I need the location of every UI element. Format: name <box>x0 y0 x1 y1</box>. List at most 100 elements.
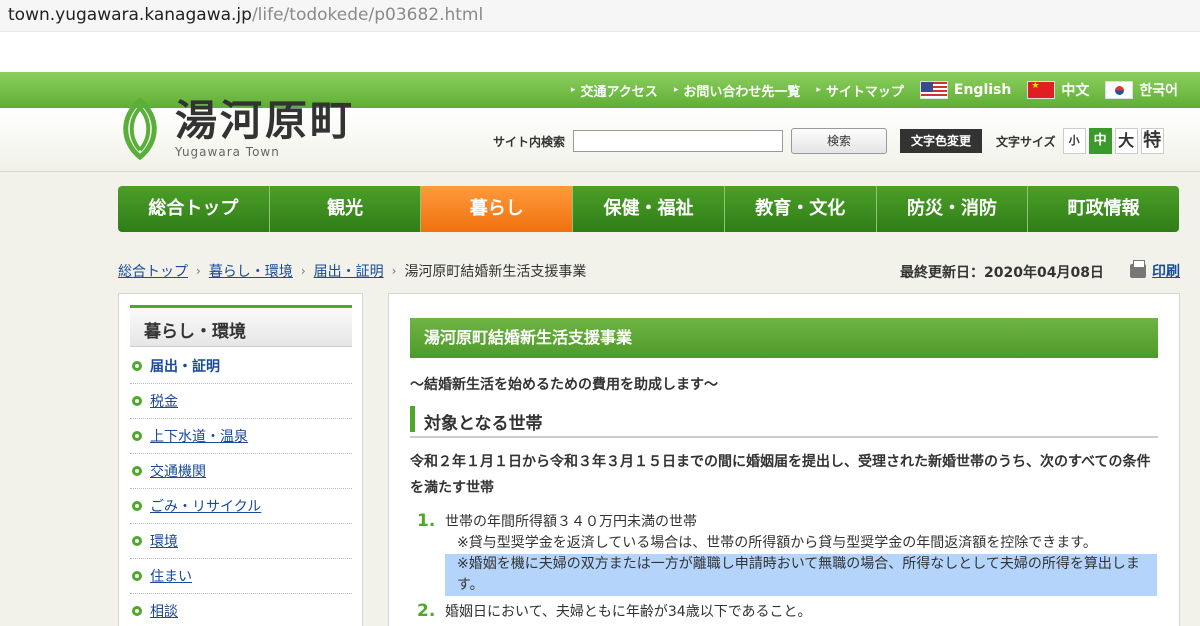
bullet-icon <box>132 361 142 371</box>
bullet-icon <box>132 571 142 581</box>
sidebar-title: 暮らし・環境 <box>144 322 246 342</box>
kr-flag-icon <box>1105 81 1134 99</box>
sidebar-item-water-onsen[interactable]: 上下水道・温泉 <box>130 419 352 454</box>
chevron-right-icon: › <box>196 264 201 278</box>
last-updated: 最終更新日：2020年04月08日 <box>900 265 1104 281</box>
bullet-icon <box>132 396 142 406</box>
nav-living[interactable]: 暮らし <box>421 186 574 232</box>
chevron-right-icon: › <box>300 264 306 278</box>
link-access[interactable]: ▸ 交通アクセス <box>571 81 658 100</box>
bullet-icon <box>132 501 142 511</box>
font-size-control: 文字サイズ 小 中 大 特 <box>996 128 1164 154</box>
header-top-links: ▸ 交通アクセス ▸ お問い合わせ先一覧 ▸ サイトマップ English 中文 한국… <box>571 72 1178 108</box>
sidebar-item-housing[interactable]: 住まい <box>130 559 352 594</box>
printer-icon <box>1130 260 1146 278</box>
sidebar-item-label: 住まい <box>150 569 192 585</box>
lang-english-label: English <box>953 82 1012 98</box>
sidebar-item-label: 相談 <box>150 604 178 620</box>
list-item: 2. 婚姻日において、夫婦ともに年齢が34歳以下であること。 <box>417 601 1157 623</box>
sidebar-item-label: 環境 <box>150 534 178 550</box>
breadcrumb: 総合トップ › 暮らし・環境 › 届出・証明 › 湯河原町結婚新生活支援事業 <box>118 261 586 281</box>
nav-health-welfare[interactable]: 保健・福祉 <box>573 186 725 232</box>
lang-english[interactable]: English <box>919 81 1012 99</box>
nav-tourism[interactable]: 観光 <box>270 186 422 232</box>
sidebar-item-label: 上下水道・温泉 <box>150 429 248 445</box>
url-domain: town.yugawara.kanagawa.jp <box>8 5 252 25</box>
cn-flag-icon <box>1027 81 1056 99</box>
arrow-right-icon: ▸ <box>673 85 679 95</box>
us-flag-icon <box>919 81 948 99</box>
link-access-label: 交通アクセス <box>580 84 658 100</box>
nav-disaster-fire[interactable]: 防災・消防 <box>877 186 1029 232</box>
page-subtitle: 〜結婚新生活を始めるための費用を助成します〜 <box>410 377 718 393</box>
font-size-extra[interactable]: 特 <box>1140 128 1164 154</box>
sidebar-header: 暮らし・環境 <box>130 305 352 347</box>
sidebar-item-label: 届出・証明 <box>150 359 220 375</box>
link-contacts[interactable]: ▸ お問い合わせ先一覧 <box>674 81 801 100</box>
link-sitemap[interactable]: ▸ サイトマップ <box>816 81 904 100</box>
link-sitemap-label: サイトマップ <box>825 84 904 100</box>
url-text[interactable]: town.yugawara.kanagawa.jp/life/todokede/… <box>8 5 483 25</box>
list-item-note: ※貸与型奨学金を返済している場合は、世帯の所得額から貸与型奨学金の年間返済額を控… <box>457 535 1097 551</box>
font-size-large[interactable]: 大 <box>1114 128 1138 154</box>
search-button[interactable]: 検索 <box>791 128 888 154</box>
browser-url-bar[interactable]: town.yugawara.kanagawa.jp/life/todokede/… <box>0 0 1200 32</box>
main-content: 湯河原町結婚新生活支援事業 〜結婚新生活を始めるための費用を助成します〜 対象と… <box>388 293 1180 626</box>
intro-paragraph: 令和２年１月１日から令和３年３月１５日までの間に婚姻届を提出し、受理された新婚世… <box>410 454 1151 496</box>
search-label: サイト内検索 <box>493 134 566 149</box>
global-nav: 総合トップ 観光 暮らし 保健・福祉 教育・文化 防災・消防 町政情報 <box>118 186 1179 232</box>
breadcrumb-link-top[interactable]: 総合トップ <box>118 261 188 281</box>
logo-title: 湯河原町 <box>175 95 356 145</box>
breadcrumb-current: 湯河原町結婚新生活支援事業 <box>404 264 587 280</box>
font-size-small[interactable]: 小 <box>1062 128 1086 154</box>
nav-town-info[interactable]: 町政情報 <box>1028 186 1179 232</box>
breadcrumb-link-notifications[interactable]: 届出・証明 <box>314 261 384 281</box>
sidebar-item-transport[interactable]: 交通機関 <box>130 454 352 489</box>
bullet-icon <box>132 431 142 441</box>
logo-subtitle: Yugawara Town <box>175 144 280 159</box>
bullet-icon <box>132 466 142 476</box>
sidebar-item-environment[interactable]: 環境 <box>130 524 352 559</box>
bullet-icon <box>132 536 142 546</box>
arrow-right-icon: ▸ <box>570 85 576 95</box>
nav-top[interactable]: 総合トップ <box>118 186 270 232</box>
town-emblem-icon <box>123 98 157 160</box>
sidebar-item-notifications[interactable]: 届出・証明 <box>130 349 352 384</box>
sidebar-item-consultation[interactable]: 相談 <box>130 594 352 626</box>
page-title: 湯河原町結婚新生活支援事業 <box>410 318 1158 358</box>
list-item-text: 婚姻日において、夫婦ともに年齢が34歳以下であること。 <box>445 604 812 620</box>
lang-korean[interactable]: 한국어 <box>1105 80 1178 100</box>
sidebar-item-label: ごみ・リサイクル <box>150 499 262 515</box>
sidebar-item-label: 税金 <box>150 394 178 410</box>
list-number: 2. <box>417 601 436 621</box>
text-color-button[interactable]: 文字色変更 <box>900 129 982 153</box>
search-input[interactable] <box>573 130 784 152</box>
sidebar-list: 届出・証明 税金 上下水道・温泉 交通機関 ごみ・リサイクル 環境 住まい 相談 <box>130 349 352 626</box>
breadcrumb-link-living[interactable]: 暮らし・環境 <box>209 261 293 281</box>
nav-education-culture[interactable]: 教育・文化 <box>725 186 877 232</box>
section-heading: 対象となる世帯 <box>410 402 1158 438</box>
list-item: 1. 世帯の年間所得額３４０万円未満の世帯 ※貸与型奨学金を返済している場合は、… <box>417 511 1157 596</box>
sidebar-item-label: 交通機関 <box>150 464 206 480</box>
font-size-label: 文字サイズ <box>996 134 1056 149</box>
list-number: 1. <box>417 511 436 531</box>
lang-korean-label: 한국어 <box>1139 83 1178 99</box>
page-top-spacer <box>0 32 1200 72</box>
lang-chinese[interactable]: 中文 <box>1027 80 1089 100</box>
heading-accent-bar <box>410 406 415 432</box>
bullet-icon <box>132 606 142 616</box>
sidebar-item-taxes[interactable]: 税金 <box>130 384 352 419</box>
sidebar-item-garbage[interactable]: ごみ・リサイクル <box>130 489 352 524</box>
list-item-text: 世帯の年間所得額３４０万円未満の世帯 <box>445 514 697 530</box>
list-item-note-highlighted: ※婚姻を機に夫婦の双方または一方が離職し申請時おいて無職の場合、所得なしとして夫… <box>445 554 1157 596</box>
site-logo[interactable]: 湯河原町 Yugawara Town <box>115 98 355 160</box>
print-link[interactable]: 印刷 <box>1130 260 1180 281</box>
sidebar: 暮らし・環境 届出・証明 税金 上下水道・温泉 交通機関 ごみ・リサイクル 環境… <box>118 293 363 626</box>
url-path: /life/todokede/p03682.html <box>251 5 484 25</box>
chevron-right-icon: › <box>391 264 397 278</box>
lang-chinese-label: 中文 <box>1061 83 1090 99</box>
site-search: サイト内検索 検索 <box>493 128 888 154</box>
print-label[interactable]: 印刷 <box>1152 261 1180 281</box>
font-size-medium[interactable]: 中 <box>1088 128 1112 154</box>
arrow-right-icon: ▸ <box>816 85 821 95</box>
